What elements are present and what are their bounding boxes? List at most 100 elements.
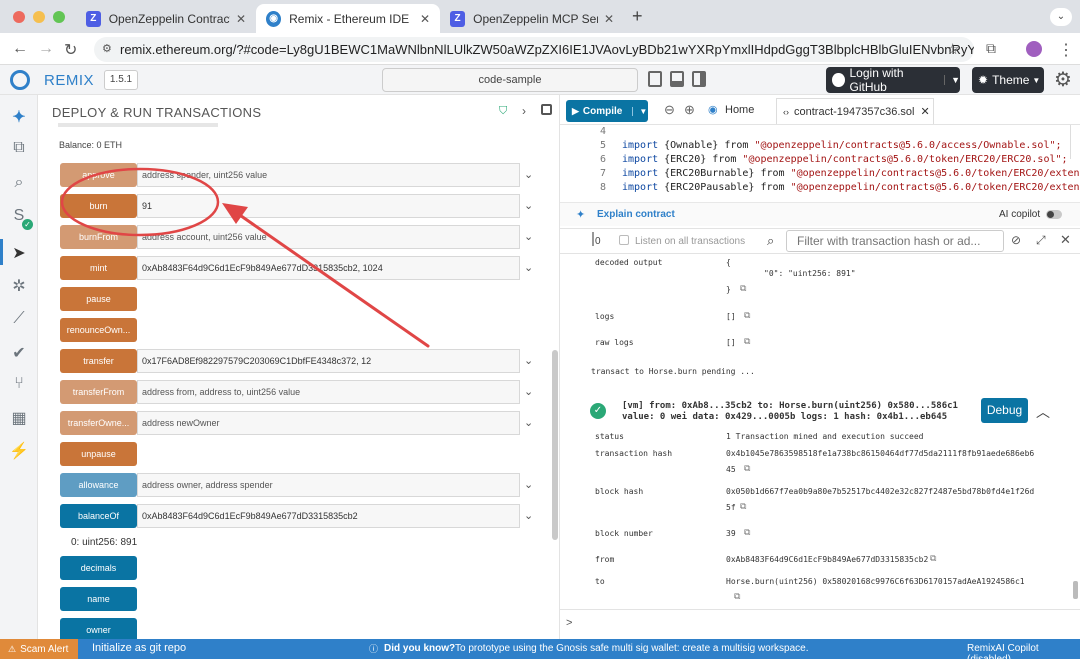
expand-chevron-icon[interactable]: ⌄	[524, 354, 533, 367]
plugin-manager-icon[interactable]: ⚡	[0, 441, 38, 461]
remixai-icon[interactable]: ✦	[0, 107, 38, 127]
toggle-right-panel-icon[interactable]	[692, 71, 706, 87]
close-file-icon[interactable]: ✕	[920, 105, 929, 118]
git-icon[interactable]: ⑂	[0, 375, 38, 393]
copy-icon[interactable]: ⧉	[744, 464, 750, 474]
ai-copilot-toggle[interactable]	[1046, 210, 1062, 219]
back-icon[interactable]: ←	[12, 40, 28, 58]
fn-input-transferfrom[interactable]: address from, address to, uint256 value	[137, 380, 520, 404]
fn-button-mint[interactable]: mint	[60, 256, 137, 280]
fn-input-burnfrom[interactable]: address account, uint256 value	[137, 225, 520, 249]
terminal-prompt[interactable]: >	[566, 617, 572, 629]
tx-summary-line2[interactable]: value: 0 wei data: 0x429...0005b logs: 1…	[622, 412, 947, 422]
fn-button-transfer[interactable]: transfer	[60, 349, 137, 373]
fn-button-burnfrom[interactable]: burnFrom	[60, 225, 137, 249]
url-field[interactable]: ⚙ remix.ethereum.org/?#code=Ly8gU1BEWC1M…	[94, 37, 974, 62]
fn-button-allowance[interactable]: allowance	[60, 473, 137, 497]
code-line[interactable]: import {ERC20Pausable} from "@openzeppel…	[622, 182, 1080, 193]
tx-summary-line1[interactable]: [vm] from: 0xAb8...35cb2 to: Horse.burn(…	[622, 401, 958, 411]
close-tab-icon[interactable]: ✕	[236, 12, 246, 26]
fn-button-name[interactable]: name	[60, 587, 137, 611]
copy-icon[interactable]: ⧉	[744, 528, 750, 538]
browser-tab-mcp[interactable]: Z OpenZeppelin MCP Servers ✕	[440, 4, 624, 33]
browser-menu-icon[interactable]: ⋮	[1058, 40, 1074, 60]
minimize-window-icon[interactable]	[33, 11, 45, 23]
static-analysis-icon[interactable]: ✔	[0, 343, 38, 363]
bookmark-star-icon[interactable]: ☆	[946, 40, 959, 58]
deploy-run-icon[interactable]: ➤	[0, 243, 38, 263]
login-dropdown-icon[interactable]: ▼	[944, 75, 960, 85]
profile-avatar[interactable]	[1026, 41, 1042, 57]
code-line[interactable]: import {ERC20Burnable} from "@openzeppel…	[622, 168, 1080, 179]
expand-chevron-icon[interactable]: ⌄	[524, 168, 533, 181]
workspace-selector[interactable]: code-sample	[382, 68, 638, 92]
compile-dropdown-icon[interactable]: ▼	[632, 106, 647, 116]
analytics-chart-icon[interactable]: ⟋	[0, 310, 38, 328]
search-icon[interactable]: ⌕	[0, 174, 38, 192]
init-git-button[interactable]: Initialize as git repo	[92, 642, 186, 654]
expand-chevron-icon[interactable]: ⌄	[524, 478, 533, 491]
fn-button-transferowne[interactable]: transferOwne...	[60, 411, 137, 435]
fn-input-transfer[interactable]: 0x17F6AD8Ef982297579C203069C1DbfFE4348c3…	[137, 349, 520, 373]
zoom-in-icon[interactable]: ⊕	[684, 102, 695, 118]
scam-alert-button[interactable]: ⚠ Scam Alert	[0, 639, 78, 659]
copy-icon[interactable]: ⧉	[734, 592, 740, 602]
debug-button[interactable]: Debug	[981, 398, 1028, 423]
tab-home[interactable]: Home	[725, 104, 754, 116]
copy-icon[interactable]: ⧉	[744, 311, 750, 321]
reload-icon[interactable]: ↻	[64, 40, 77, 60]
terminal-scrollbar[interactable]	[1073, 581, 1078, 599]
fn-input-mint[interactable]: 0xAb8483F64d9C6d1EcF9b849Ae677dD3315835c…	[137, 256, 520, 280]
chevron-right-icon[interactable]: ›	[522, 104, 526, 118]
expand-chevron-icon[interactable]: ⌄	[524, 199, 533, 212]
learneth-icon[interactable]: ▦	[0, 408, 38, 428]
tx-filter-input[interactable]	[786, 230, 1004, 252]
copy-icon[interactable]: ⧉	[930, 554, 936, 564]
browser-tab-wizard[interactable]: Z OpenZeppelin Contracts Wiz ✕	[76, 4, 256, 33]
close-window-icon[interactable]	[13, 11, 25, 23]
toggle-left-panel-icon[interactable]	[648, 71, 662, 87]
forward-icon[interactable]: →	[38, 40, 54, 58]
expand-chevron-icon[interactable]: ⌄	[524, 416, 533, 429]
new-tab-button[interactable]: +	[632, 6, 643, 27]
tab-contract-file[interactable]: ‹› contract-1947357c36.sol ✕	[776, 98, 934, 124]
toggle-bottom-panel-icon[interactable]	[670, 71, 684, 87]
expand-chevron-icon[interactable]: ⌄	[524, 261, 533, 274]
zoom-out-icon[interactable]: ⊖	[664, 102, 675, 118]
fn-input-burn[interactable]: 91	[137, 194, 520, 218]
copy-icon[interactable]: ⧉	[744, 337, 750, 347]
theme-button[interactable]: ✹ Theme ▼	[972, 67, 1044, 93]
fn-button-transferfrom[interactable]: transferFrom	[60, 380, 137, 404]
collapse-tx-icon[interactable]: ︿	[1036, 402, 1050, 422]
tab-search-icon[interactable]: ⌄	[1050, 8, 1072, 26]
expand-chevron-icon[interactable]: ⌄	[524, 230, 533, 243]
code-line[interactable]: import {Ownable} from "@openzeppelin/con…	[622, 140, 1062, 151]
settings-gear-icon[interactable]: ⚙	[1054, 67, 1072, 92]
dock-panel-icon[interactable]	[541, 104, 552, 115]
clear-terminal-icon[interactable]: ⊘	[1011, 233, 1021, 247]
fn-button-unpause[interactable]: unpause	[60, 442, 137, 466]
explain-contract-button[interactable]: Explain contract	[597, 209, 675, 220]
compile-button[interactable]: ▶ Compile ▼	[566, 100, 648, 122]
fn-button-burn[interactable]: burn	[60, 194, 137, 218]
browser-tab-remix[interactable]: ◉ Remix - Ethereum IDE ✕	[256, 4, 440, 33]
expand-chevron-icon[interactable]: ⌄	[524, 385, 533, 398]
copy-icon[interactable]: ⧉	[740, 284, 746, 294]
fn-input-transferowne[interactable]: address newOwner	[137, 411, 520, 435]
close-terminal-icon[interactable]: ✕	[1060, 232, 1071, 248]
code-line[interactable]: import {ERC20} from "@openzeppelin/contr…	[622, 154, 1068, 165]
expand-terminal-icon[interactable]: ⤢	[1036, 233, 1046, 248]
fn-input-balanceof[interactable]: 0xAb8483F64d9C6d1EcF9b849Ae677dD3315835c…	[137, 504, 520, 528]
site-settings-icon[interactable]: ⚙	[102, 42, 112, 55]
remixai-copilot-status[interactable]: RemixAI Copilot (disabled)	[967, 643, 1080, 659]
extensions-icon[interactable]: ⧉	[986, 40, 996, 57]
close-tab-icon[interactable]: ✕	[604, 12, 614, 26]
login-github-button[interactable]: Login with GitHub ▼	[826, 66, 960, 94]
fn-button-approve[interactable]: approve	[60, 163, 137, 187]
fn-button-renounceown[interactable]: renounceOwn...	[60, 318, 137, 342]
maximize-window-icon[interactable]	[53, 11, 65, 23]
fn-input-approve[interactable]: address spender, uint256 value	[137, 163, 520, 187]
debugger-icon[interactable]: ✲	[0, 276, 38, 296]
listen-checkbox[interactable]	[619, 235, 629, 245]
fn-button-pause[interactable]: pause	[60, 287, 137, 311]
